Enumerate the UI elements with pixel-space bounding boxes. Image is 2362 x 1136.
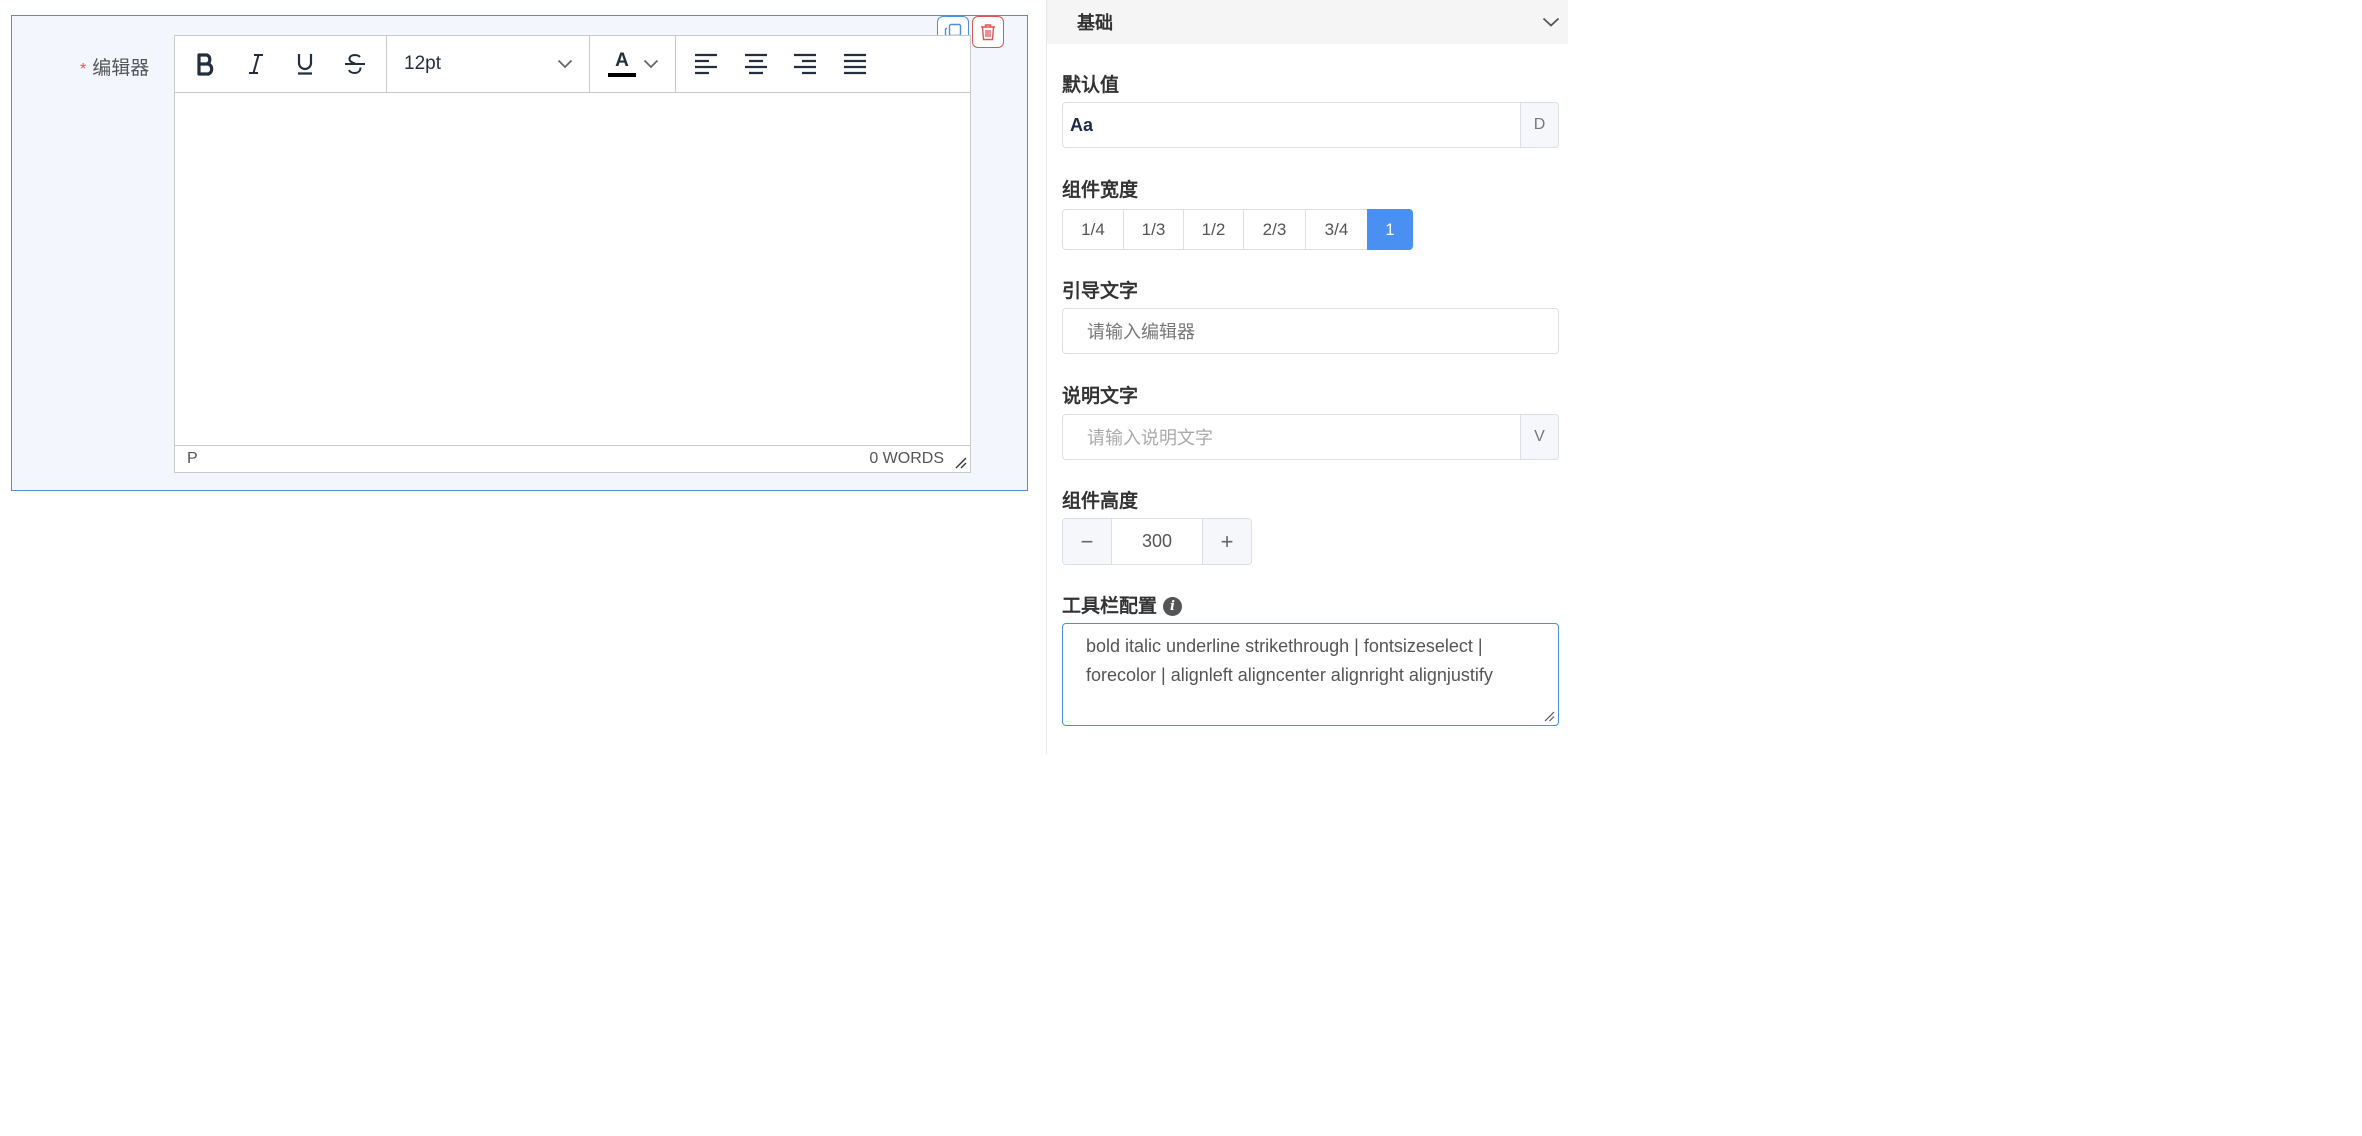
increase-button[interactable]: + [1202, 519, 1251, 564]
align-center-icon [744, 53, 767, 75]
width-option[interactable]: 1/3 [1123, 209, 1184, 250]
section-title: 基础 [1077, 13, 1113, 33]
width-option-selected[interactable]: 1 [1367, 209, 1413, 250]
editor-statusbar: P 0 WORDS [175, 445, 970, 472]
strikethrough-button[interactable] [331, 44, 379, 84]
align-center-button[interactable] [732, 44, 780, 84]
height-label: 组件高度 [1062, 491, 1139, 512]
font-size-select[interactable]: 12pt [387, 36, 590, 92]
editor-toolbar: 12pt A [175, 36, 970, 93]
toolbar-config-label-row: 工具栏配置 i [1062, 591, 1183, 618]
description-input[interactable]: 请输入说明文字 [1063, 415, 1520, 459]
strikethrough-icon [345, 53, 366, 75]
rich-text-editor: 12pt A P 0 WORDS [174, 35, 971, 473]
field-label: * 编辑器 [80, 53, 149, 80]
width-option[interactable]: 2/3 [1243, 209, 1306, 250]
description-field: 请输入说明文字 V [1062, 414, 1559, 460]
width-label: 组件宽度 [1062, 180, 1139, 201]
align-left-button[interactable] [682, 44, 730, 84]
editor-component[interactable]: * 编辑器 12pt A P 0 WORDS [11, 15, 1028, 491]
align-left-icon [695, 53, 717, 75]
field-label-text: 编辑器 [92, 58, 150, 79]
default-value-addon[interactable]: D [1520, 103, 1558, 147]
align-right-button[interactable] [781, 44, 829, 84]
description-addon[interactable]: V [1520, 415, 1558, 459]
toolbar-config-value: bold italic underline strikethrough | fo… [1086, 636, 1493, 685]
trash-icon [981, 24, 995, 41]
bold-icon [197, 53, 214, 76]
width-option[interactable]: 1/4 [1062, 209, 1124, 250]
fore-color-swatch [608, 73, 636, 77]
info-icon[interactable]: i [1163, 597, 1183, 617]
font-size-value: 12pt [404, 53, 441, 74]
align-justify-button[interactable] [831, 44, 879, 84]
align-justify-icon [844, 53, 867, 75]
height-value[interactable]: 300 [1112, 519, 1202, 564]
delete-component-button[interactable] [972, 16, 1004, 48]
toolbar-config-label: 工具栏配置 [1062, 596, 1158, 617]
underline-button[interactable] [281, 44, 329, 84]
placeholder-label: 引导文字 [1062, 281, 1139, 302]
width-option[interactable]: 1/2 [1183, 209, 1244, 250]
element-path[interactable]: P [187, 450, 198, 468]
resize-handle-icon[interactable] [1544, 711, 1555, 722]
placeholder-input[interactable]: 请输入编辑器 [1062, 308, 1559, 354]
description-label: 说明文字 [1062, 386, 1139, 407]
fore-color-dropdown[interactable] [643, 59, 659, 69]
properties-panel: 基础 默认值 Aa D 组件宽度 1/4 1/3 1/2 2/3 3/4 1 引… [1046, 0, 1568, 754]
default-value-label: 默认值 [1062, 75, 1120, 96]
italic-icon [248, 54, 263, 74]
fore-color-glyph: A [615, 50, 629, 71]
section-header-basic[interactable]: 基础 [1047, 0, 1568, 44]
fore-color-picker[interactable]: A [590, 36, 676, 92]
form-canvas: * 编辑器 12pt A P 0 WORDS [0, 0, 1046, 754]
word-count: 0 WORDS [869, 450, 944, 467]
resize-handle-icon[interactable] [955, 457, 967, 469]
required-mark: * [80, 61, 87, 78]
width-segmented-control: 1/4 1/3 1/2 2/3 3/4 1 [1062, 209, 1413, 250]
format-group [175, 36, 387, 92]
chevron-down-icon [643, 59, 659, 69]
align-right-icon [794, 53, 817, 75]
italic-button[interactable] [232, 44, 280, 84]
chevron-down-icon [557, 59, 573, 69]
decrease-button[interactable]: − [1063, 519, 1112, 564]
height-stepper: − 300 + [1062, 518, 1252, 565]
default-value-field: Aa D [1062, 102, 1559, 148]
default-value-input[interactable]: Aa [1063, 103, 1520, 147]
fore-color-icon: A [607, 44, 637, 84]
underline-icon [298, 54, 313, 75]
width-option[interactable]: 3/4 [1305, 209, 1368, 250]
bold-button[interactable] [182, 44, 230, 84]
toolbar-config-textarea[interactable]: bold italic underline strikethrough | fo… [1062, 623, 1559, 726]
chevron-down-icon [1542, 17, 1560, 27]
editor-content-area[interactable] [175, 93, 970, 445]
align-group [676, 36, 879, 92]
